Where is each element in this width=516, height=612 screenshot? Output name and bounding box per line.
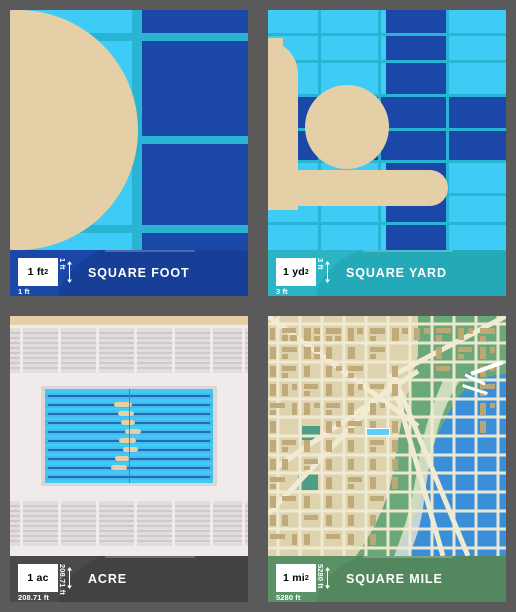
unit-title-square-mile: SQUARE MILE — [346, 572, 443, 586]
dimension-horizontal-square-yard: 3 ft — [276, 287, 288, 296]
panel-square-yard: 1 yd 2 3 ft 3 ft SQUARE YARD — [258, 0, 516, 306]
infographic-board: 1 ft 2 1 ft 1 ft SQUARE FOOT 1 yd 2 3 ft… — [0, 0, 516, 612]
scene-acre — [10, 316, 248, 556]
grout-v-3 — [446, 10, 449, 250]
dimension-horizontal-square-mile: 5280 ft — [276, 593, 301, 602]
dimension-vertical-square-yard: 3 ft — [316, 258, 325, 270]
badge-exponent: 2 — [304, 268, 309, 276]
label-bar-square-mile: 1 mi 2 5280 ft 5280 ft SQUARE MILE — [268, 556, 506, 602]
dimension-vertical-square-mile: 5280 ft — [316, 564, 325, 589]
swimmer — [119, 438, 136, 443]
swimmer — [115, 456, 129, 461]
unit-title-square-yard: SQUARE YARD — [346, 266, 447, 280]
dimension-horizontal-square-foot: 1 ft — [18, 287, 30, 296]
unit-title-square-foot: SQUARE FOOT — [88, 266, 190, 280]
map-highlighted-block — [366, 428, 390, 436]
dimension-vertical-square-foot: 1 ft — [58, 258, 67, 270]
badge-exponent: 2 — [304, 574, 309, 582]
label-bar-acre: 1 ac 208.71 ft 208.71 ft ACRE — [10, 556, 248, 602]
swimmer — [118, 411, 134, 416]
dimension-arrow-icon — [325, 567, 330, 589]
badge-value: 1 ac — [27, 572, 49, 584]
spectator-stand-bottom — [10, 501, 248, 546]
dimension-horizontal-acre: 208.71 ft — [18, 593, 49, 602]
dimension-arrow-icon — [67, 261, 72, 283]
badge-value: 1 mi — [283, 572, 305, 584]
pool-center-line — [129, 389, 130, 483]
swimmer — [121, 420, 135, 425]
person-arm — [268, 170, 448, 206]
unit-title-acre: ACRE — [88, 572, 128, 586]
scene-square-mile — [268, 316, 506, 556]
person-head — [305, 85, 389, 169]
swimmer — [111, 465, 127, 470]
dimension-vertical-acre: 208.71 ft — [58, 564, 67, 595]
badge-acre: 1 ac — [18, 564, 58, 592]
floor-light-patch-topright — [450, 10, 506, 94]
badge-square-foot: 1 ft 2 — [18, 258, 58, 286]
scene-square-yard — [268, 10, 506, 250]
floor-light-patch-right — [450, 160, 506, 250]
badge-square-yard: 1 yd 2 — [276, 258, 316, 286]
badge-exponent: 2 — [44, 268, 49, 276]
dimension-arrow-icon — [67, 567, 72, 589]
grout-line-h3 — [132, 225, 248, 233]
badge-value: 1 yd — [283, 266, 305, 278]
grout-line-h2 — [132, 136, 248, 144]
grout-h-2 — [268, 60, 506, 63]
grout-h-7 — [268, 222, 506, 225]
badge-value: 1 ft — [27, 266, 45, 278]
grout-h-1 — [268, 33, 506, 36]
dimension-arrow-icon — [325, 261, 330, 283]
sand-strip-top — [10, 316, 248, 325]
panel-square-mile: 1 mi 2 5280 ft 5280 ft SQUARE MILE — [258, 306, 516, 612]
panel-acre: 1 ac 208.71 ft 208.71 ft ACRE — [0, 306, 258, 612]
label-bar-square-yard: 1 yd 2 3 ft 3 ft SQUARE YARD — [268, 250, 506, 296]
floor-tile-top-right — [142, 10, 248, 33]
panel-square-foot: 1 ft 2 1 ft 1 ft SQUARE FOOT — [0, 0, 258, 306]
grout-line-h1 — [132, 33, 248, 41]
badge-square-mile: 1 mi 2 — [276, 564, 316, 592]
scene-square-foot — [10, 10, 248, 250]
swimmer — [123, 447, 138, 452]
map-street-grid — [268, 316, 506, 556]
label-bar-square-foot: 1 ft 2 1 ft 1 ft SQUARE FOOT — [10, 250, 248, 296]
grout-h-3 — [268, 94, 506, 97]
swoosh-decoration — [58, 556, 248, 602]
spectator-stand-top — [10, 328, 248, 373]
grout-h-5 — [268, 160, 506, 163]
swimmer — [125, 429, 141, 434]
swimming-pool — [45, 389, 213, 483]
